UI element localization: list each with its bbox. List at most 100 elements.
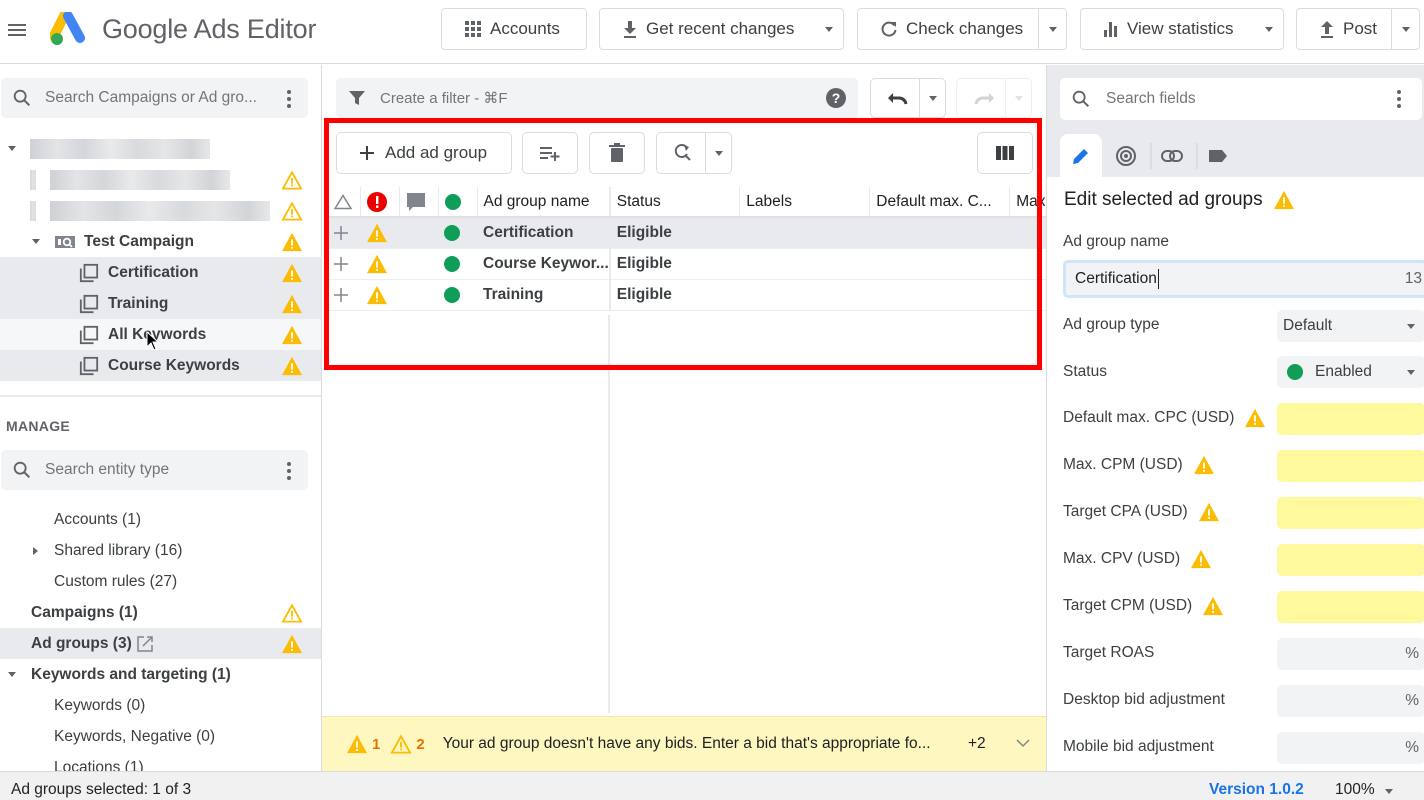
more-messages-count[interactable]: +2: [968, 735, 986, 753]
col-header-errors[interactable]: [360, 187, 400, 218]
max-cell[interactable]: [1009, 279, 1046, 311]
status-cell[interactable]: Eligible: [609, 248, 740, 280]
col-header-default-max-cpc[interactable]: Default max. C...: [869, 187, 1011, 218]
table-row[interactable]: Course Keywor... Eligible: [328, 248, 1046, 280]
table-row[interactable]: Certification Eligible: [328, 217, 1046, 249]
max-cell[interactable]: [1009, 248, 1046, 280]
campaign-search[interactable]: [1, 78, 308, 118]
entity-custom-rules[interactable]: Custom rules (27): [0, 566, 321, 597]
ad-group-name-cell[interactable]: Certification: [477, 217, 611, 249]
view-statistics-dropdown[interactable]: [1255, 9, 1283, 49]
default-max-cpc-input[interactable]: [1277, 403, 1424, 435]
message-bar[interactable]: 1 2 Your ad group doesn't have any bids.…: [322, 716, 1046, 771]
expand-chevron-icon[interactable]: [1016, 739, 1030, 748]
table-row[interactable]: Training Eligible: [328, 279, 1046, 311]
labels-cell[interactable]: [739, 248, 870, 280]
mobile-bid-adjustment-input[interactable]: %: [1277, 732, 1424, 764]
caret-down-icon[interactable]: [8, 146, 16, 151]
caret-down-icon[interactable]: [1385, 789, 1393, 794]
labels-cell[interactable]: [739, 217, 870, 249]
col-header-status-dot[interactable]: [438, 187, 478, 218]
get-recent-changes-button[interactable]: Get recent changes: [599, 8, 844, 50]
col-header-max[interactable]: Max: [1009, 187, 1046, 218]
ad-group-name-cell[interactable]: Training: [477, 279, 611, 311]
replace-dropdown[interactable]: [705, 133, 731, 173]
status-select[interactable]: Enabled: [1277, 356, 1424, 388]
entity-campaigns[interactable]: Campaigns (1): [0, 597, 321, 628]
entity-keywords-negative[interactable]: Keywords, Negative (0): [0, 721, 321, 752]
ad-group-type-select[interactable]: Default: [1277, 310, 1424, 342]
caret-down-icon[interactable]: [32, 239, 40, 244]
tab-edit[interactable]: [1060, 134, 1102, 177]
undo-button[interactable]: [870, 78, 946, 118]
more-options-icon[interactable]: [286, 461, 292, 481]
default-max-cpc-cell[interactable]: [869, 248, 1010, 280]
tree-ad-group[interactable]: Certification: [0, 257, 321, 288]
view-statistics-button[interactable]: View statistics: [1080, 8, 1284, 50]
filter-input[interactable]: [380, 89, 800, 107]
campaign-search-input[interactable]: [45, 89, 275, 107]
tree-ad-group[interactable]: Course Keywords: [0, 350, 321, 381]
max-cell[interactable]: [1009, 217, 1046, 249]
add-multiple-button[interactable]: [522, 132, 578, 174]
tab-targeting[interactable]: [1105, 134, 1147, 177]
check-changes-button[interactable]: Check changes: [857, 8, 1067, 50]
post-dropdown[interactable]: [1391, 9, 1419, 49]
col-header-sort[interactable]: [328, 187, 361, 218]
tree-account[interactable]: [0, 133, 321, 164]
col-header-status[interactable]: Status: [609, 187, 741, 218]
help-icon[interactable]: ?: [826, 88, 846, 108]
tree-item-redacted-2[interactable]: [0, 195, 321, 226]
tree-ad-group[interactable]: All Keywords: [0, 319, 321, 351]
expand-icon[interactable]: [328, 248, 360, 280]
entity-keywords-targeting[interactable]: Keywords and targeting (1): [0, 659, 321, 690]
add-ad-group-button[interactable]: Add ad group: [336, 132, 512, 174]
entity-accounts[interactable]: Accounts (1): [0, 504, 321, 535]
target-roas-input[interactable]: %: [1277, 638, 1424, 670]
open-external-icon[interactable]: [136, 635, 154, 653]
more-options-icon[interactable]: [1396, 89, 1402, 109]
filter-bar[interactable]: ?: [336, 78, 858, 118]
field-search[interactable]: [1060, 78, 1422, 120]
entity-locations[interactable]: Locations (1): [0, 752, 321, 772]
version-link[interactable]: Version 1.0.2: [1209, 781, 1304, 799]
caret-right-icon[interactable]: [33, 546, 38, 555]
status-cell[interactable]: Eligible: [609, 279, 740, 311]
menu-icon[interactable]: [6, 19, 28, 41]
replace-button[interactable]: [656, 132, 732, 174]
field-search-input[interactable]: [1106, 90, 1366, 108]
ad-group-name-cell[interactable]: Course Keywor...: [477, 248, 611, 280]
default-max-cpc-cell[interactable]: [869, 279, 1010, 311]
redo-button[interactable]: [956, 78, 1032, 118]
max-cpm-input[interactable]: [1277, 450, 1424, 482]
entity-ad-groups[interactable]: Ad groups (3): [0, 628, 321, 659]
expand-icon[interactable]: [328, 217, 360, 249]
entity-shared-library[interactable]: Shared library (16): [0, 535, 321, 566]
ad-group-name-input[interactable]: Certification 13: [1063, 260, 1424, 298]
tab-links[interactable]: [1151, 134, 1193, 177]
target-cpa-input[interactable]: [1277, 497, 1424, 529]
get-recent-changes-dropdown[interactable]: [815, 9, 843, 49]
col-header-comments[interactable]: [399, 187, 439, 218]
target-cpm-input[interactable]: [1277, 591, 1424, 623]
check-changes-dropdown[interactable]: [1038, 9, 1066, 49]
desktop-bid-adjustment-input[interactable]: %: [1277, 685, 1424, 717]
labels-cell[interactable]: [739, 279, 870, 311]
more-options-icon[interactable]: [286, 89, 292, 109]
tree-campaign[interactable]: Test Campaign: [0, 226, 321, 257]
redo-dropdown[interactable]: [1005, 79, 1031, 117]
tab-labels[interactable]: [1197, 134, 1239, 177]
status-cell[interactable]: Eligible: [609, 217, 740, 249]
col-header-name[interactable]: Ad group name: [477, 187, 611, 218]
caret-down-icon[interactable]: [8, 672, 16, 677]
expand-icon[interactable]: [328, 279, 360, 311]
col-header-labels[interactable]: Labels: [739, 187, 871, 218]
max-cpv-input[interactable]: [1277, 544, 1424, 576]
accounts-button[interactable]: Accounts: [441, 8, 587, 50]
tree-item-redacted-1[interactable]: [0, 164, 321, 195]
entity-search[interactable]: [1, 450, 308, 490]
entity-search-input[interactable]: [45, 461, 275, 479]
undo-dropdown[interactable]: [919, 79, 945, 117]
delete-button[interactable]: [589, 132, 645, 174]
post-button[interactable]: Post: [1296, 8, 1420, 50]
